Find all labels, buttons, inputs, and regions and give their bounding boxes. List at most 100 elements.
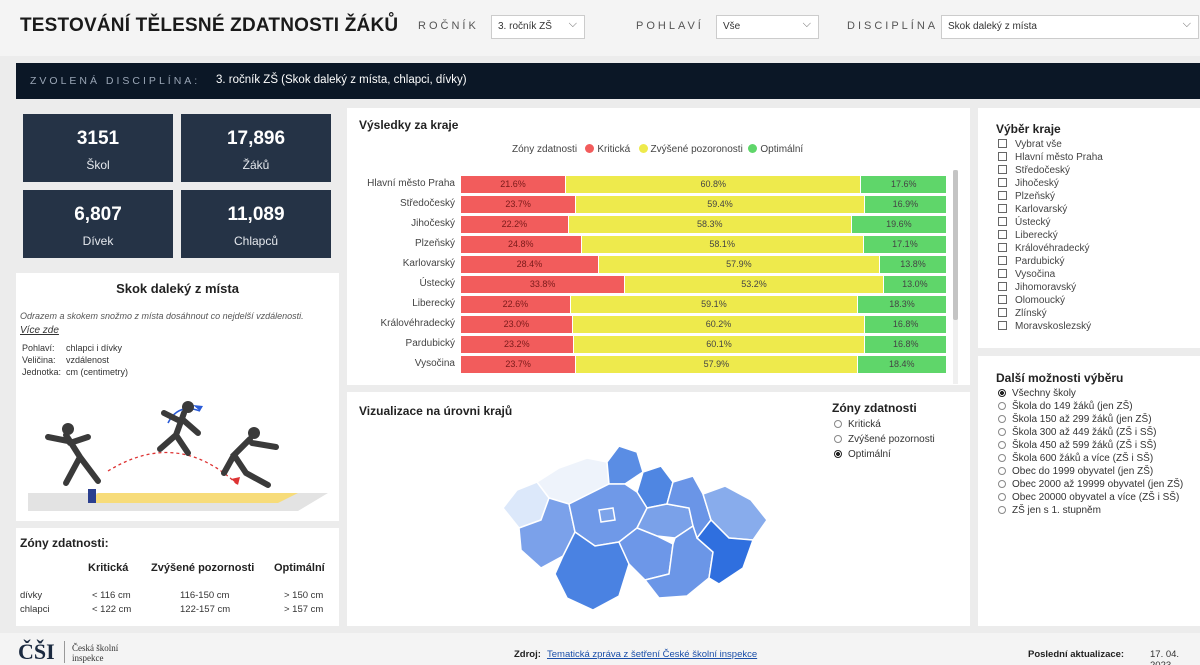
banner-label: ZVOLENÁ DISCIPLÍNA:	[30, 75, 201, 87]
option-label: ZŠ jen s 1. stupněm	[1012, 505, 1101, 516]
bar-segment[interactable]: 23.2%	[461, 336, 573, 353]
region-label: Pardubický	[1015, 256, 1065, 267]
bar-segment[interactable]: 23.7%	[461, 196, 576, 213]
map-option-warning[interactable]: Zvýšené pozornosti	[834, 434, 935, 445]
bar-segment[interactable]: 53.2%	[625, 276, 883, 293]
selected-discipline-banner: ZVOLENÁ DISCIPLÍNA: 3. ročník ZŠ (Skok d…	[16, 63, 1200, 99]
region-checkbox-item[interactable]: Jihomoravský	[998, 282, 1076, 293]
kpi-value: 3151	[76, 128, 120, 149]
checkbox-icon	[998, 217, 1007, 226]
region-checkbox-item[interactable]: Hlavní město Praha	[998, 152, 1103, 163]
bar-segment[interactable]: 17.1%	[863, 236, 946, 253]
bar-segment[interactable]: 18.3%	[858, 296, 946, 313]
zones-cell: > 157 cm	[284, 604, 324, 615]
legend-optimal-dot	[748, 144, 758, 153]
discipline-panel: Skok daleký z místa Odrazem a skokem sno…	[16, 273, 339, 521]
bar-segment[interactable]: 13.8%	[879, 256, 946, 273]
last-updated-label: Poslední aktualizace:	[1028, 649, 1125, 660]
region-checkbox-item[interactable]: Vysočina	[998, 269, 1055, 280]
region-checkbox-item[interactable]: Moravskoslezský	[998, 321, 1091, 332]
more-info-link[interactable]: Více zde	[20, 325, 59, 336]
bar-segment[interactable]: 16.9%	[864, 196, 946, 213]
region-checkbox-item[interactable]: Karlovarský	[998, 204, 1067, 215]
bar-segment[interactable]: 24.8%	[461, 236, 581, 253]
long-jump-illustration	[28, 401, 328, 511]
bar-segment[interactable]: 57.9%	[598, 256, 879, 273]
radio-icon	[998, 467, 1006, 475]
option-label: Škola 450 až 599 žáků (ZŠ i SŠ)	[1012, 440, 1157, 451]
bar-segment[interactable]: 23.0%	[461, 316, 572, 333]
bar-segment[interactable]: 58.1%	[581, 236, 863, 253]
discipline-title: Skok daleký z místa	[116, 281, 239, 296]
bar-segment[interactable]: 33.8%	[461, 276, 625, 293]
chart-scrollbar-thumb[interactable]	[953, 170, 958, 320]
kpi-caption: Chlapců	[233, 234, 279, 248]
zones-header-warning: Zvýšené pozornosti	[151, 562, 255, 574]
region-checkbox-item[interactable]: Olomoucký	[998, 295, 1065, 306]
region-checkbox-item[interactable]: Vybrat vše	[998, 139, 1062, 150]
map-option-critical[interactable]: Kritická	[834, 419, 881, 430]
school-filter-option[interactable]: Obec 20000 obyvatel a více (ZŠ i SŠ)	[998, 492, 1179, 503]
bar-segment[interactable]: 28.4%	[461, 256, 598, 273]
checkbox-icon	[998, 295, 1007, 304]
checkbox-icon	[998, 165, 1007, 174]
bar-segment[interactable]: 17.6%	[861, 176, 946, 193]
bar-segment[interactable]: 60.2%	[572, 316, 865, 333]
bar-category-label: Hlavní město Praha	[367, 178, 455, 189]
bar-segment[interactable]: 18.4%	[857, 356, 946, 373]
logo-divider	[64, 641, 65, 663]
bar-segment[interactable]: 60.1%	[573, 336, 865, 353]
region-checkbox-item[interactable]: Jihočeský	[998, 178, 1059, 189]
region-checkbox-item[interactable]: Liberecký	[998, 230, 1058, 241]
checkbox-icon	[998, 321, 1007, 330]
region-checkbox-item[interactable]: Královéhradecký	[998, 243, 1089, 254]
rocnik-select-value: 3. ročník ZŠ	[498, 21, 552, 32]
checkbox-icon	[998, 308, 1007, 317]
school-filter-option[interactable]: Škola 600 žáků a více (ZŠ i SŠ)	[998, 453, 1153, 464]
zones-row-label: dívky	[20, 590, 43, 601]
more-options-title: Další možnosti výběru	[996, 371, 1124, 385]
school-filter-option[interactable]: Obec do 1999 obyvatel (jen ZŠ)	[998, 466, 1153, 477]
bar-segment[interactable]: 57.9%	[576, 356, 857, 373]
region-checkbox-item[interactable]: Zlínský	[998, 308, 1047, 319]
school-filter-option[interactable]: ZŠ jen s 1. stupněm	[998, 505, 1101, 516]
pohlavi-select[interactable]: Vše ⌵	[716, 15, 819, 39]
map-option-optimal[interactable]: Optimální	[834, 449, 891, 460]
rocnik-select[interactable]: 3. ročník ZŠ ⌵	[491, 15, 585, 39]
region-checkbox-item[interactable]: Ústecký	[998, 217, 1051, 228]
source-link[interactable]: Tematická zpráva z šetření České školní …	[547, 649, 757, 660]
school-filter-option[interactable]: Škola do 149 žáků (jen ZŠ)	[998, 401, 1133, 412]
bar-segment[interactable]: 13.0%	[883, 276, 946, 293]
bar-segment[interactable]: 16.8%	[865, 316, 946, 333]
bar-segment[interactable]: 60.8%	[565, 176, 861, 193]
school-filter-option[interactable]: Všechny školy	[998, 388, 1076, 399]
bar-segment[interactable]: 16.8%	[865, 336, 946, 353]
radio-icon	[998, 441, 1006, 449]
bar-segment[interactable]: 23.7%	[461, 356, 576, 373]
bar-segment[interactable]: 59.4%	[576, 196, 864, 213]
bar-segment[interactable]: 58.3%	[568, 216, 851, 233]
region-checkbox-item[interactable]: Středočeský	[998, 165, 1070, 176]
school-filter-option[interactable]: Škola 450 až 599 žáků (ZŠ i SŠ)	[998, 440, 1157, 451]
bar-category-label: Ústecký	[419, 278, 455, 289]
disciplina-select[interactable]: Skok daleký z místa ⌵	[941, 15, 1199, 39]
zones-cell: < 122 cm	[92, 604, 132, 615]
bar-segment[interactable]: 22.2%	[461, 216, 568, 233]
school-filter-option[interactable]: Obec 2000 až 19999 obyvatel (jen ZŠ)	[998, 479, 1183, 490]
bar-segment[interactable]: 59.1%	[570, 296, 858, 313]
region-label: Liberecký	[1015, 230, 1058, 241]
region-label: Středočeský	[1015, 165, 1071, 176]
bar-segment[interactable]: 22.6%	[461, 296, 570, 313]
radio-icon	[998, 428, 1006, 436]
school-filter-option[interactable]: Škola 300 až 449 žáků (ZŠ i SŠ)	[998, 427, 1157, 438]
school-filter-option[interactable]: Škola 150 až 299 žáků (jen ZŠ)	[998, 414, 1152, 425]
region-checkbox-item[interactable]: Pardubický	[998, 256, 1064, 267]
checkbox-icon	[998, 139, 1007, 148]
more-options-panel: Další možnosti výběru Všechny školy Škola…	[978, 356, 1200, 626]
region-checkbox-item[interactable]: Plzeňský	[998, 191, 1055, 202]
pohlavi-filter-label: POHLAVÍ	[636, 20, 704, 32]
radio-icon	[998, 506, 1006, 514]
bar-segment[interactable]: 19.6%	[851, 216, 946, 233]
bar-segment[interactable]: 21.6%	[461, 176, 565, 193]
radio-icon	[998, 480, 1006, 488]
